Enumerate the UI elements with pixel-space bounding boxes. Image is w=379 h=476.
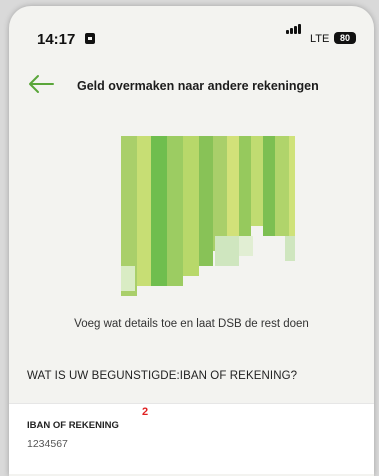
iban-field-label: IBAN OF REKENING bbox=[27, 420, 119, 431]
status-bar: 14:17 LTE 80 bbox=[9, 6, 374, 48]
iban-field-value[interactable]: 1234567 bbox=[27, 438, 68, 450]
iban-field[interactable]: 2 IBAN OF REKENING 1234567 bbox=[9, 403, 374, 474]
phone-screen: 14:17 LTE 80 Geld overmaken naar andere … bbox=[9, 6, 374, 476]
network-type: LTE bbox=[310, 33, 330, 45]
arrow-left-icon[interactable] bbox=[27, 73, 55, 95]
page-title: Geld overmaken naar andere rekeningen bbox=[77, 79, 319, 93]
field-badge: 2 bbox=[142, 406, 149, 418]
illustration bbox=[105, 136, 295, 301]
hint-text: Voeg wat details toe en laat DSB de rest… bbox=[74, 318, 309, 330]
section-label: WAT IS UW BEGUNSTIGDE:IBAN OF REKENING? bbox=[27, 370, 298, 382]
header: Geld overmaken naar andere rekeningen bbox=[9, 68, 374, 98]
lock-icon bbox=[85, 33, 95, 44]
status-time: 14:17 bbox=[37, 31, 76, 48]
battery-icon: 80 bbox=[334, 32, 356, 44]
